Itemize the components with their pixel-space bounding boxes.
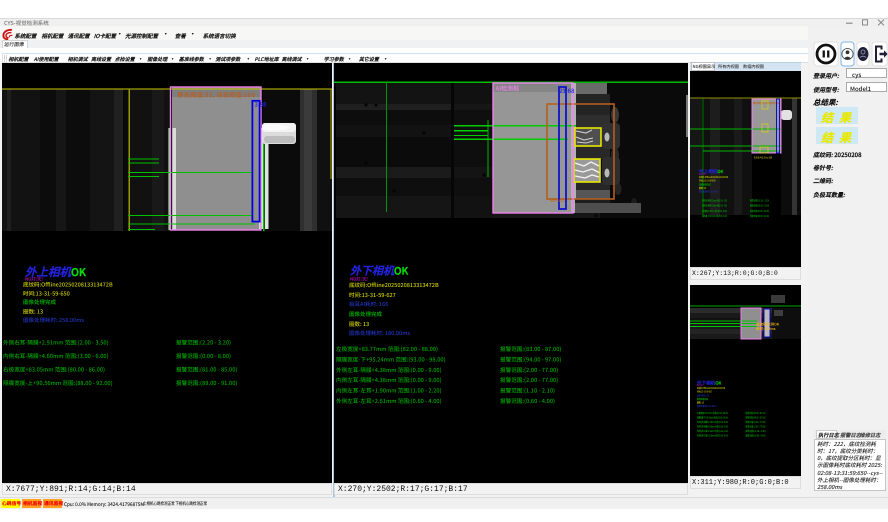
svg-text:报警范围:(81.00 - 85.00): 报警范围:(81.00 - 85.00) <box>176 366 237 374</box>
svg-text:底纹码:Offline2025020813313472B: 底纹码:Offline2025020813313472B <box>349 281 439 289</box>
svg-text:圈数: 13: 圈数: 13 <box>349 320 369 328</box>
svg-text:报警范围:(2.00 - 77.00): 报警范围:(2.00 - 77.00) <box>746 424 766 428</box>
svg-text:外侧左耳-左耳+2.61mm 范围:(0.60 - 4.00: 外侧左耳-左耳+2.61mm 范围:(0.60 - 4.00) <box>336 397 442 405</box>
svg-text:极耳AI耗时: 166: 极耳AI耗时: 166 <box>349 300 388 308</box>
svg-text:报警范围:(1.10 - 2.10): 报警范围:(1.10 - 2.10) <box>500 387 555 395</box>
svg-text:内侧左耳-左耳+1.90mm 范围:(1.00 - 2.20: 内侧左耳-左耳+1.90mm 范围:(1.00 - 2.20) <box>336 387 442 395</box>
svg-text:内侧左耳-隔膜+4.38mm 范围:(0.00 - 9.00: 内侧左耳-隔膜+4.38mm 范围:(0.00 - 9.00) <box>697 424 728 428</box>
svg-text:右极宽度+83.05mm 范围:(80.00 - 86.00: 右极宽度+83.05mm 范围:(80.00 - 86.00) <box>3 366 105 374</box>
svg-text:报警范围:(89.00 - 91.00): 报警范围:(89.00 - 91.00) <box>750 214 769 218</box>
svg-text:图像处理耗时: 180.00ms: 图像处理耗时: 180.00ms <box>697 404 717 408</box>
svg-text:隔膜宽度-下+95.24mm 范围:(93.00 - 98.: 隔膜宽度-下+95.24mm 范围:(93.00 - 98.00) <box>336 355 446 363</box>
svg-text:3.88: 3.88 <box>255 100 268 109</box>
svg-text:外侧左耳-左耳+2.61mm 范围:(0.60 - 4.00: 外侧左耳-左耳+2.61mm 范围:(0.60 - 4.00) <box>697 434 728 438</box>
svg-text:报警范围:(0.00 - 8.00): 报警范围:(0.00 - 8.00) <box>176 352 231 360</box>
svg-text:图像处理完成: 图像处理完成 <box>23 298 57 306</box>
svg-text:报警范围:(83.00 - 87.00): 报警范围:(83.00 - 87.00) <box>746 411 766 415</box>
svg-text:隔膜宽度-上+90.56mm 范围:(88.00 - 92.: 隔膜宽度-上+90.56mm 范围:(88.00 - 92.00) <box>3 379 113 387</box>
svg-text:图像处理耗时: 258.00ms: 图像处理耗时: 258.00ms <box>23 316 84 324</box>
svg-text:报警范围:(0.60 - 4.00): 报警范围:(0.60 - 4.00) <box>500 397 555 405</box>
svg-text:外侧右耳-隔膜+2.91mm 范围:(2.00 - 3.50: 外侧右耳-隔膜+2.91mm 范围:(2.00 - 3.50) <box>3 339 109 347</box>
svg-text:内侧左耳-隔膜+4.38mm 范围:(0.00 - 9.00: 内侧左耳-隔膜+4.38mm 范围:(0.00 - 9.00) <box>336 376 442 384</box>
svg-text:报警范围:(81.00 - 85.00): 报警范围:(81.00 - 85.00) <box>750 209 769 213</box>
svg-text:外侧左耳-隔膜+4.38mm 范围:(0.00 - 9.00: 外侧左耳-隔膜+4.38mm 范围:(0.00 - 9.00) <box>336 366 442 374</box>
svg-text:隔膜宽度-下+95.24mm 范围:(93.00 - 98.: 隔膜宽度-下+95.24mm 范围:(93.00 - 98.00) <box>697 415 728 419</box>
svg-text:时间:13-31-59-627: 时间:13-31-59-627 <box>349 291 396 299</box>
svg-text:内侧左耳-左耳+1.90mm 范围:(1.00 - 2.20: 内侧左耳-左耳+1.90mm 范围:(1.00 - 2.20) <box>697 429 728 433</box>
svg-text:报警范围:(94.00 - 97.00): 报警范围:(94.00 - 97.00) <box>746 415 766 419</box>
svg-text:底纹码:Offline2025020813313472B: 底纹码:Offline2025020813313472B <box>23 281 113 289</box>
svg-text:报警范围:(2.00 - 77.00): 报警范围:(2.00 - 77.00) <box>746 420 766 424</box>
svg-text:静态阈值:93, 动态阈值:100: 静态阈值:93, 动态阈值:100 <box>753 101 779 105</box>
svg-text:报警范围:(94.00 - 97.00): 报警范围:(94.00 - 97.00) <box>500 355 561 363</box>
svg-text:左极宽度+83.77mm 范围:(82.00 - 88.00: 左极宽度+83.77mm 范围:(82.00 - 88.00) <box>336 345 438 353</box>
svg-text:图像处理完成: 图像处理完成 <box>349 310 383 318</box>
svg-text:报警范围:(83.00 - 87.00): 报警范围:(83.00 - 87.00) <box>500 345 561 353</box>
svg-text:报警范围:(2.20 - 3.20): 报警范围:(2.20 - 3.20) <box>750 199 769 203</box>
svg-text:23.68: 23.68 <box>559 86 575 95</box>
svg-text:静态阈值:93, 动态阈值:100: 静态阈值:93, 动态阈值:100 <box>178 90 256 99</box>
svg-text:内侧右耳-隔膜+4.60mm 范围:(3.00 - 6.00: 内侧右耳-隔膜+4.60mm 范围:(3.00 - 6.00) <box>3 352 109 360</box>
svg-text:EA3:41.8 u:38: EA3:41.8 u:38 <box>754 156 772 160</box>
svg-text:图像处理耗时: 258.00ms: 图像处理耗时: 258.00ms <box>699 190 719 194</box>
svg-text:MES 13.2: MES 13.2 <box>550 199 565 204</box>
svg-text:AI检测框: AI检测框 <box>496 84 520 93</box>
svg-text:报警范围:(2.00 - 77.00): 报警范围:(2.00 - 77.00) <box>500 376 558 384</box>
svg-text:图像处理耗时: 180.00ms: 图像处理耗时: 180.00ms <box>349 329 410 337</box>
svg-text:外侧左耳-隔膜+4.38mm 范围:(0.00 - 9.00: 外侧左耳-隔膜+4.38mm 范围:(0.00 - 9.00) <box>697 420 728 424</box>
svg-text:圈数: 13: 圈数: 13 <box>23 308 43 316</box>
svg-text:内侧右耳-隔膜+4.60mm 范围:(3.00 - 6.00: 内侧右耳-隔膜+4.60mm 范围:(3.00 - 6.00) <box>702 204 727 208</box>
svg-text:报警范围:(2.00 - 77.00): 报警范围:(2.00 - 77.00) <box>500 366 558 374</box>
svg-text:报警范围:(89.00 - 91.00): 报警范围:(89.00 - 91.00) <box>176 379 237 387</box>
svg-text:时间:13-31-59-650: 时间:13-31-59-650 <box>23 290 70 298</box>
svg-text:隔膜宽度-上+90.56mm 范围:(88.00 - 92.: 隔膜宽度-上+90.56mm 范围:(88.00 - 92.00) <box>702 214 727 218</box>
svg-text:耗时:222ms: 耗时:222ms <box>756 326 776 332</box>
svg-text:报警范围:(0.60 - 4.00): 报警范围:(0.60 - 4.00) <box>746 434 766 438</box>
svg-text:报警范围:(2.20 - 3.20): 报警范围:(2.20 - 3.20) <box>176 339 231 347</box>
svg-text:报警范围:(0.00 - 8.00): 报警范围:(0.00 - 8.00) <box>750 204 769 208</box>
svg-text:外侧右耳-隔膜+2.91mm 范围:(2.00 - 3.50: 外侧右耳-隔膜+2.91mm 范围:(2.00 - 3.50) <box>702 199 727 203</box>
svg-text:左极宽度+83.77mm 范围:(82.00 - 88.00: 左极宽度+83.77mm 范围:(82.00 - 88.00) <box>697 411 728 415</box>
svg-text:报警范围:(1.10 - 2.10): 报警范围:(1.10 - 2.10) <box>746 429 766 433</box>
svg-text:右极宽度+83.05mm 范围:(80.00 - 86.00: 右极宽度+83.05mm 范围:(80.00 - 86.00) <box>702 209 727 213</box>
